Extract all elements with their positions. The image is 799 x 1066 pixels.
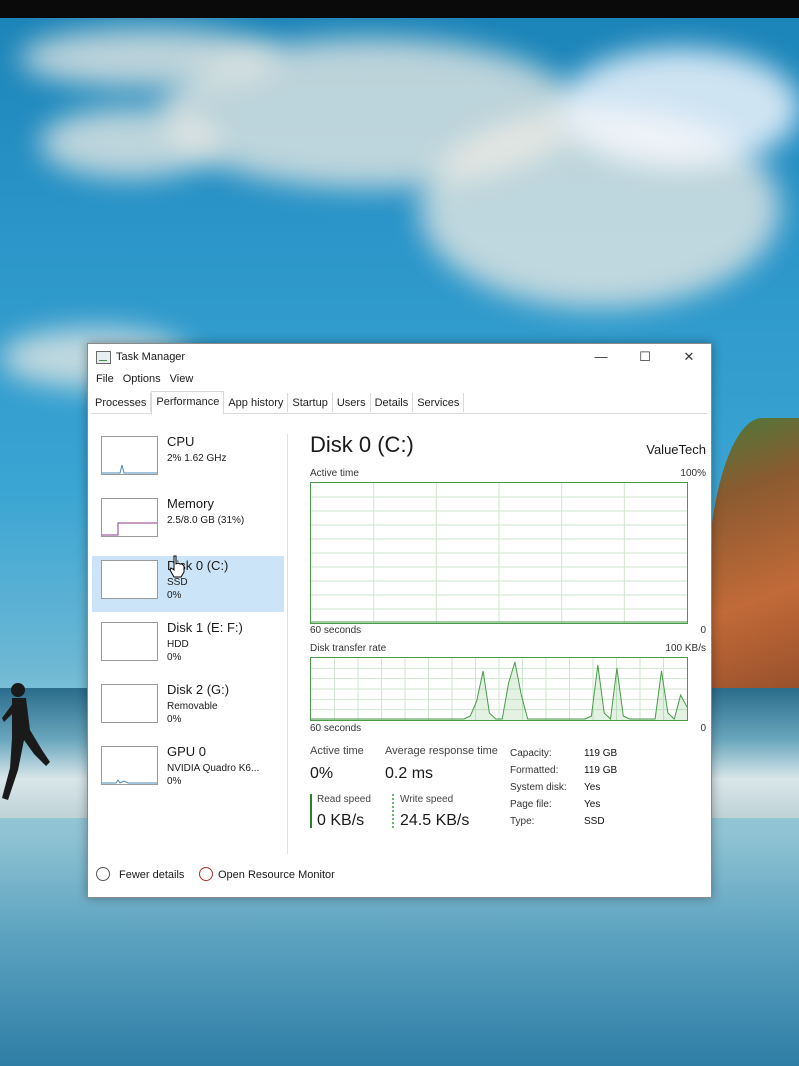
resource-monitor-icon[interactable] [199,867,213,881]
page-file-value: Yes [584,799,601,810]
active-time-chart-seconds: 60 seconds [310,625,362,636]
sidebar-item-value: 0% [167,776,182,787]
transfer-chart-label: Disk transfer rate [310,643,387,654]
transfer-chart-seconds: 60 seconds [310,723,362,734]
active-time-chart-max: 100% [680,468,706,479]
footer-bar: Fewer details Open Resource Monitor [88,859,711,895]
type-value: SSD [584,816,605,827]
hand-cursor-icon [169,555,185,578]
task-manager-window: Task Manager — ☐ ✕ File Options View Pro… [87,343,712,898]
write-speed-indicator [392,794,394,828]
tab-users[interactable]: Users [333,393,371,412]
response-time-value: 0.2 ms [385,765,434,782]
task-manager-icon [96,351,111,364]
capacity-value: 119 GB [584,748,618,759]
read-speed-value: 0 KB/s [317,812,365,829]
sidebar-item-disk2[interactable]: Disk 2 (G:) Removable 0% [92,680,284,736]
sidebar-item-disk0[interactable]: Disk 0 (C:) SSD 0% [92,556,284,612]
disk1-thumbnail-graph [101,622,158,661]
memory-thumbnail-graph [101,498,158,537]
active-time-stat-label: Active time [310,745,364,757]
chevron-up-icon[interactable] [96,867,110,881]
top-bezel [0,0,799,18]
write-speed-value: 24.5 KB/s [400,812,470,829]
disk-title: Disk 0 (C:) [310,432,414,457]
sidebar-item-sub: 2.5/8.0 GB (31%) [167,515,245,526]
capacity-label: Capacity: [510,748,552,759]
page-file-label: Page file: [510,799,552,810]
sidebar-divider [287,434,288,854]
sidebar-item-value: 0% [167,714,182,725]
sidebar-item-sub: HDD [167,639,189,650]
sidebar-item-title: Disk 2 (G:) [167,682,230,697]
read-speed-label: Read speed [317,794,371,805]
resource-sidebar: CPU 2% 1.62 GHz Memory 2.5/8.0 GB (31%) … [92,432,284,804]
fewer-details-link[interactable]: Fewer details [119,869,184,881]
open-resource-monitor-link[interactable]: Open Resource Monitor [218,869,335,881]
read-speed-indicator [310,794,312,828]
title-bar[interactable]: Task Manager — ☐ ✕ [88,344,711,370]
sidebar-item-cpu[interactable]: CPU 2% 1.62 GHz [92,432,284,488]
sidebar-item-title: GPU 0 [167,744,207,759]
sidebar-item-sub: Removable [167,701,218,712]
window-title: Task Manager [116,351,186,363]
type-label: Type: [510,816,535,827]
active-time-chart-label: Active time [310,468,359,479]
close-button[interactable]: ✕ [667,344,711,370]
cpu-thumbnail-graph [101,436,158,475]
response-time-label: Average response time [385,745,498,757]
transfer-chart-zero: 0 [700,723,706,734]
sidebar-item-title: Memory [167,496,214,511]
active-time-chart-zero: 0 [700,625,706,636]
transfer-rate-chart [310,657,688,721]
formatted-value: 119 GB [584,765,618,776]
active-time-chart [310,482,688,624]
menu-file[interactable]: File [96,373,114,391]
tab-strip: Processes Performance App history Startu… [91,391,707,415]
formatted-label: Formatted: [510,765,559,776]
menu-options[interactable]: Options [123,373,161,391]
menu-view[interactable]: View [170,373,194,391]
disk-vendor: ValueTech [646,442,706,457]
sidebar-item-sub: NVIDIA Quadro K6... [167,763,260,774]
sidebar-item-sub: 2% 1.62 GHz [167,453,227,464]
runner-silhouette [2,683,50,800]
minimize-button[interactable]: — [579,344,623,370]
write-speed-label: Write speed [400,794,454,805]
tab-details[interactable]: Details [371,393,414,412]
tab-app-history[interactable]: App history [224,393,289,412]
sidebar-item-sub: SSD [167,577,188,588]
tab-processes[interactable]: Processes [91,393,152,412]
maximize-button[interactable]: ☐ [623,344,667,370]
sidebar-item-title: Disk 1 (E: F:) [167,620,243,635]
gpu0-thumbnail-graph [101,746,158,785]
sidebar-item-title: CPU [167,434,195,449]
tab-startup[interactable]: Startup [288,393,333,412]
menu-bar: File Options View [88,373,193,391]
tab-performance[interactable]: Performance [151,391,225,415]
disk2-thumbnail-graph [101,684,158,723]
sidebar-item-value: 0% [167,652,182,663]
active-time-stat-value: 0% [310,765,334,782]
sidebar-item-value: 0% [167,590,182,601]
sidebar-item-memory[interactable]: Memory 2.5/8.0 GB (31%) [92,494,284,550]
cliff [707,418,799,718]
sidebar-item-gpu0[interactable]: GPU 0 NVIDIA Quadro K6... 0% [92,742,284,798]
transfer-chart-max: 100 KB/s [665,643,706,654]
disk0-thumbnail-graph [101,560,158,599]
sidebar-item-disk1[interactable]: Disk 1 (E: F:) HDD 0% [92,618,284,674]
system-disk-value: Yes [584,782,601,793]
system-disk-label: System disk: [510,782,567,793]
tab-services[interactable]: Services [413,393,465,412]
